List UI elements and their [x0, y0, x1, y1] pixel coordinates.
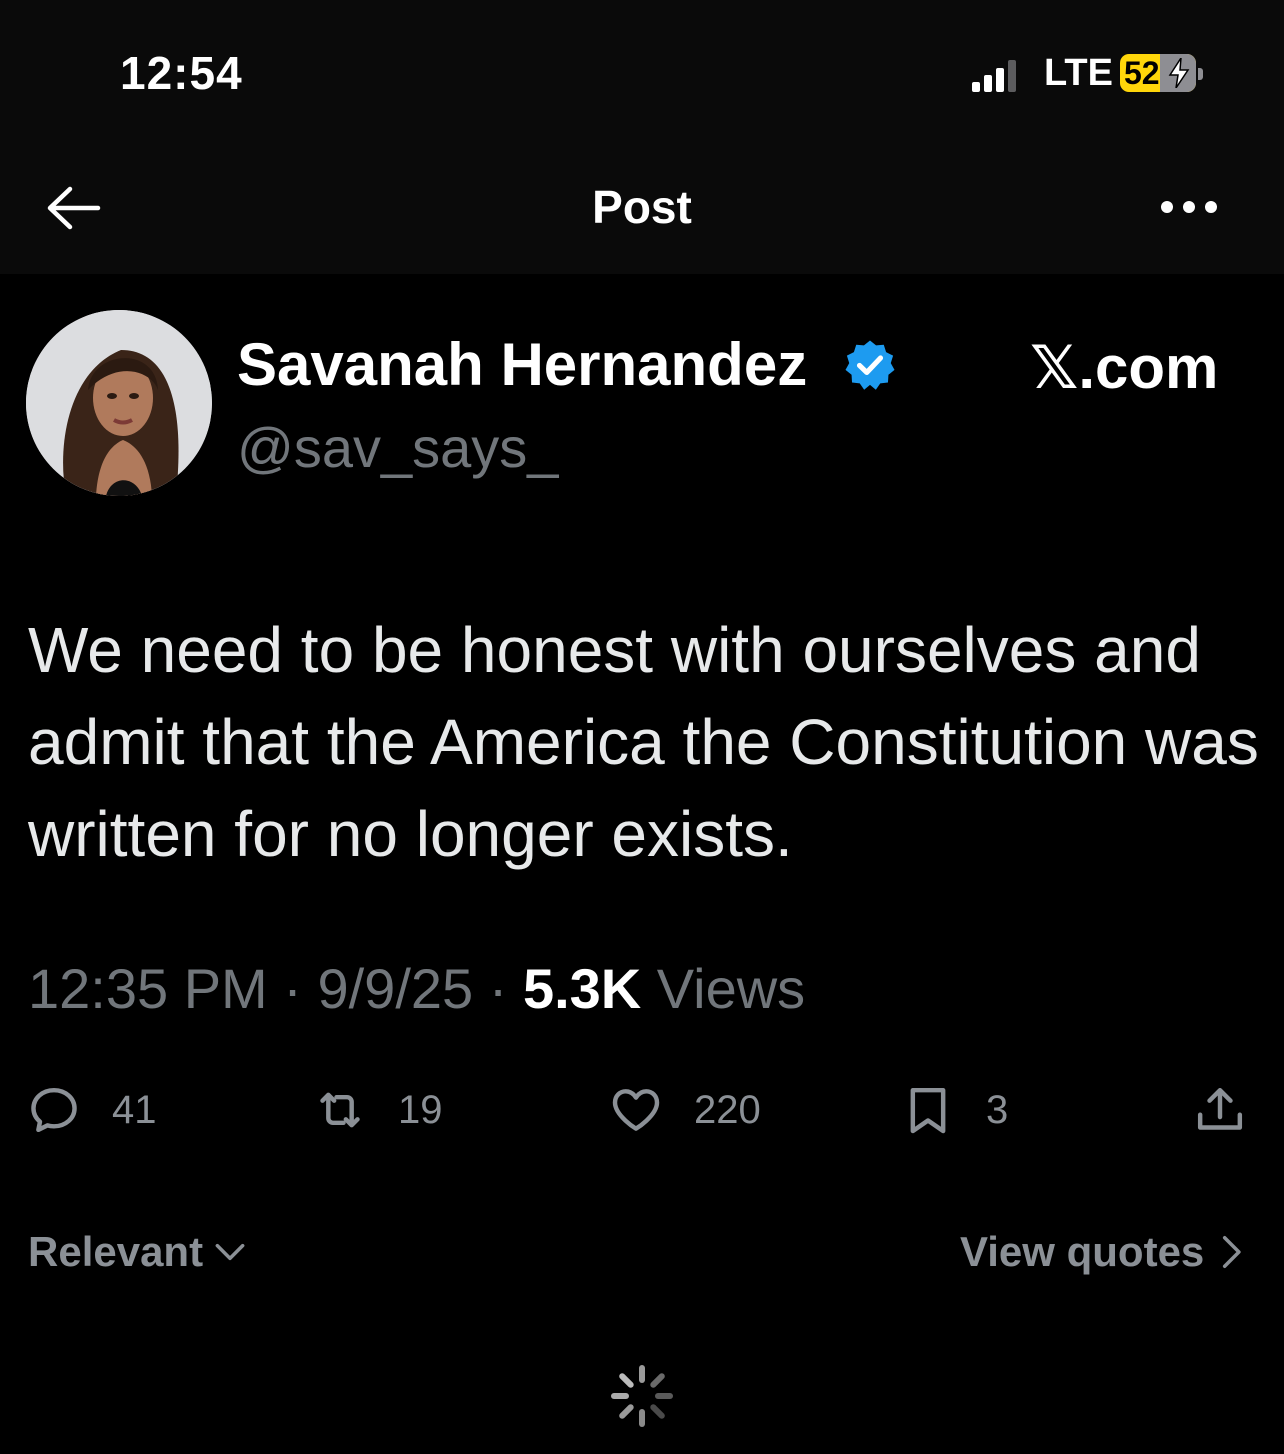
more-icon[interactable] — [1158, 196, 1220, 218]
post-meta: 12:35 PM · 9/9/25 · 5.3K Views — [28, 957, 806, 1020]
loading-spinner-icon — [611, 1365, 673, 1427]
sort-label: Relevant — [28, 1228, 204, 1275]
battery-level: 52 — [1124, 55, 1160, 91]
bookmark-button[interactable]: 3 — [900, 1080, 1008, 1140]
verified-badge-icon — [845, 340, 895, 390]
like-button[interactable]: 220 — [608, 1080, 761, 1140]
signal-icon — [972, 60, 1016, 92]
chevron-down-icon — [215, 1243, 245, 1261]
battery-tip — [1198, 68, 1203, 80]
reply-count: 41 — [112, 1087, 157, 1132]
page-title: Post — [592, 181, 692, 233]
reply-button[interactable]: 41 — [26, 1080, 157, 1140]
reply-icon — [31, 1087, 77, 1133]
retweet-button[interactable]: 19 — [312, 1080, 443, 1140]
bookmark-count: 3 — [986, 1087, 1009, 1132]
sort-dropdown[interactable]: Relevant — [28, 1228, 249, 1276]
post-text: We need to be honest with ourselves and … — [28, 614, 1259, 870]
views-label: Views — [656, 957, 806, 1020]
author-handle[interactable]: @sav_says_ — [237, 415, 558, 480]
network-type: LTE — [1044, 52, 1113, 94]
view-quotes-link[interactable]: View quotes — [960, 1228, 1250, 1276]
avatar[interactable] — [26, 310, 212, 496]
retweet-count: 19 — [398, 1087, 443, 1132]
views-count: 5.3K — [522, 957, 642, 1020]
retweet-icon — [320, 1092, 360, 1128]
status-time: 12:54 — [120, 47, 243, 99]
author-name[interactable]: Savanah Hernandez — [237, 330, 807, 399]
post-time[interactable]: 12:35 PM — [28, 957, 268, 1020]
like-icon — [612, 1089, 660, 1131]
battery-icon: 52 — [1120, 54, 1196, 92]
site-watermark: 𝕏.com — [1030, 334, 1219, 401]
chevron-right-icon — [1223, 1236, 1241, 1268]
charging-bolt-icon — [1168, 58, 1190, 88]
view-quotes-label: View quotes — [960, 1228, 1205, 1275]
like-count: 220 — [694, 1087, 761, 1132]
post-date[interactable]: 9/9/25 — [317, 957, 473, 1020]
share-icon[interactable] — [1192, 1082, 1248, 1138]
avatar-portrait — [26, 310, 212, 496]
bookmark-icon — [910, 1087, 946, 1134]
